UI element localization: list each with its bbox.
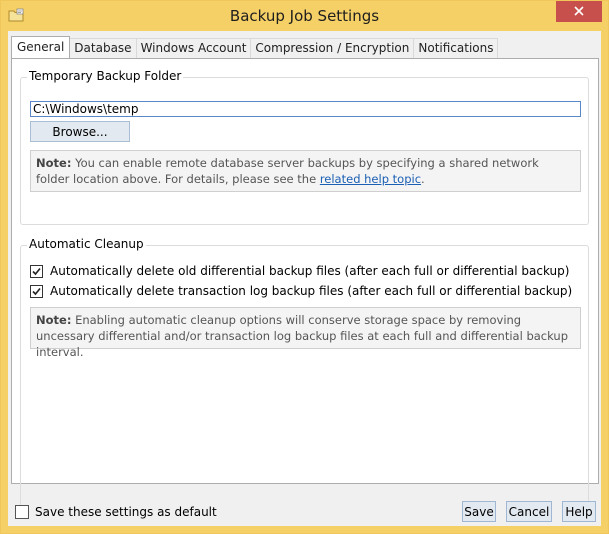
checkmark-icon	[32, 287, 41, 295]
dialog-client-area: General Database Windows Account Compres…	[8, 31, 601, 526]
browse-button[interactable]: Browse...	[30, 121, 130, 142]
temp-folder-note-suffix: .	[421, 172, 425, 186]
delete-differential-checkbox[interactable]	[30, 264, 43, 278]
automatic-cleanup-note: Note: Enabling automatic cleanup options…	[30, 307, 581, 359]
delete-transaction-log-label: Automatically delete transaction log bac…	[50, 284, 573, 298]
checkmark-icon	[32, 267, 41, 275]
delete-differential-option[interactable]: Automatically delete old differential ba…	[30, 264, 569, 278]
tab-database[interactable]: Database	[69, 38, 137, 58]
general-tab-panel: Temporary Backup Folder Browse... Note: …	[11, 58, 599, 510]
delete-differential-label: Automatically delete old differential ba…	[50, 264, 570, 278]
save-as-default-checkbox[interactable]	[15, 505, 29, 519]
save-as-default-option[interactable]: Save these settings as default	[15, 505, 217, 519]
temp-folder-note: Note: You can enable remote database ser…	[30, 150, 581, 192]
save-button[interactable]: Save	[462, 501, 496, 522]
cancel-button[interactable]: Cancel	[506, 501, 552, 522]
help-button[interactable]: Help	[562, 501, 596, 522]
window-title: Backup Job Settings	[229, 7, 380, 25]
temp-folder-group-title: Temporary Backup Folder	[27, 69, 184, 83]
temp-folder-path-input[interactable]	[30, 101, 581, 117]
tab-strip: General Database Windows Account Compres…	[11, 36, 499, 58]
temp-folder-note-text: You can enable remote database server ba…	[36, 156, 539, 186]
title-bar[interactable]: Backup Job Settings	[1, 1, 608, 31]
tab-windows-account[interactable]: Windows Account	[135, 38, 252, 58]
tab-notifications[interactable]: Notifications	[413, 38, 499, 58]
tab-general[interactable]: General	[11, 36, 71, 58]
related-help-topic-link[interactable]: related help topic	[320, 172, 421, 186]
dialog-window: Backup Job Settings General Database Win…	[0, 0, 609, 534]
delete-transaction-log-checkbox[interactable]	[30, 284, 43, 298]
temp-folder-group: Temporary Backup Folder Browse... Note: …	[20, 69, 589, 225]
automatic-cleanup-group: Automatic Cleanup Automatically delete o…	[20, 237, 589, 510]
delete-transaction-log-option[interactable]: Automatically delete transaction log bac…	[30, 284, 572, 298]
automatic-cleanup-note-prefix: Note:	[36, 313, 72, 327]
temp-folder-note-prefix: Note:	[36, 156, 72, 170]
close-button[interactable]	[556, 1, 602, 22]
tab-compression-encryption[interactable]: Compression / Encryption	[250, 38, 415, 58]
close-icon	[574, 5, 584, 19]
automatic-cleanup-note-text: Enabling automatic cleanup options will …	[36, 313, 569, 359]
automatic-cleanup-group-title: Automatic Cleanup	[27, 237, 146, 251]
save-as-default-label: Save these settings as default	[35, 505, 217, 519]
